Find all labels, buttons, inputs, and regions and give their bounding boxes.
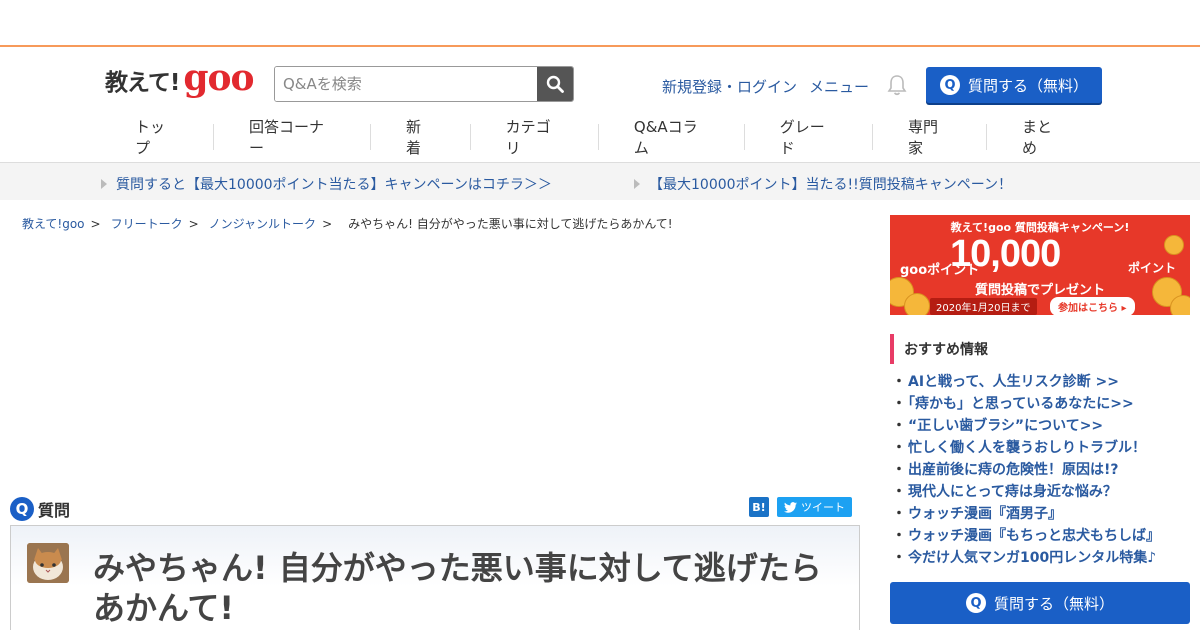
site-logo[interactable]: 教えて! goo — [105, 57, 255, 99]
campaign-bar: 質問すると【最大10000ポイント当たる】キャンペーンはコチラ＞＞ 【最大100… — [0, 163, 1200, 200]
nav-item-grade[interactable]: グレード — [745, 118, 874, 157]
question-section-title: Q 質問 — [10, 497, 70, 521]
bullet: ・ — [892, 550, 906, 566]
campaign-link-label: 質問すると【最大10000ポイント当たる】キャンペーンはコチラ＞＞ — [116, 177, 552, 193]
cat-avatar-image — [27, 543, 69, 583]
list-item[interactable]: ・現代人にとって痔は身近な悩み？ — [892, 482, 1160, 504]
question-card: みやちゃん! 自分がやった悪い事に対して逃げたらあかんて! — [10, 525, 860, 630]
campaign-link-label: 【最大10000ポイント】当たる!!質問投稿キャンペーン！ — [649, 177, 1013, 193]
recommend-link[interactable]: “正しい歯ブラシ”について>> — [908, 418, 1103, 434]
banner-number: 10,000 — [950, 233, 1061, 275]
question-section-label: 質問 — [38, 501, 71, 520]
logo-text: 教えて! — [105, 70, 180, 96]
nav-item-new[interactable]: 新着 — [371, 118, 471, 157]
login-link[interactable]: 新規登録・ログイン — [662, 76, 797, 97]
campaign-banner[interactable]: 教えて!goo 質問投稿キャンペーン! gooポイント 10,000 ポイント … — [890, 215, 1190, 315]
recommend-link[interactable]: ウォッチ漫画『酒男子』 — [908, 506, 1062, 522]
avatar[interactable] — [27, 543, 69, 583]
menu-link[interactable]: メニュー — [809, 76, 869, 97]
main-nav: トップ 回答コーナー 新着 カテゴリ Q&Aコラム グレード 専門家 まとめ — [100, 117, 1100, 157]
coin-image — [1170, 295, 1190, 315]
search-button[interactable] — [537, 67, 573, 101]
banner-subtitle: 質問投稿でプレゼント — [974, 283, 1105, 298]
ask-question-button[interactable]: Q 質問する（無料） — [926, 67, 1102, 103]
q-icon: Q — [939, 75, 960, 95]
q-icon: Q — [10, 497, 34, 521]
search-input[interactable] — [275, 67, 537, 101]
tweet-label: ツイート — [801, 501, 845, 514]
breadcrumb-link[interactable]: フリートーク — [111, 215, 183, 232]
bullet: ・ — [892, 484, 906, 500]
banner-date: 2020年1月20日まで — [930, 298, 1037, 315]
list-item[interactable]: ・「痔かも」と思っているあなたに>> — [892, 394, 1160, 416]
banner-point: ポイント — [1128, 261, 1177, 275]
sidebar-ask-label: 質問する（無料） — [993, 594, 1114, 613]
coin-image — [1164, 235, 1184, 255]
list-item[interactable]: ・出産前後に痔の危険性！原因は!? — [892, 460, 1160, 482]
arrow-right-icon — [101, 179, 107, 189]
bullet: ・ — [892, 462, 906, 478]
hatena-bookmark-button[interactable]: B! — [749, 497, 769, 517]
recommend-link[interactable]: ウォッチ漫画『もちっと忠犬もちしば』 — [908, 528, 1160, 544]
nav-item-matome[interactable]: まとめ — [987, 118, 1100, 157]
bullet: ・ — [892, 396, 906, 412]
breadcrumb-separator: > — [90, 216, 101, 231]
bullet: ・ — [892, 506, 906, 522]
bullet: ・ — [892, 440, 906, 456]
breadcrumb-link[interactable]: 教えて!goo — [22, 215, 85, 232]
search-icon — [546, 75, 564, 93]
list-item[interactable]: ・今だけ人気マンガ100円レンタル特集♪ — [892, 548, 1160, 570]
ask-button-label: 質問する（無料） — [967, 76, 1088, 95]
list-item[interactable]: ・ “正しい歯ブラシ”について>> — [892, 416, 1160, 438]
nav-item-category[interactable]: カテゴリ — [471, 118, 599, 157]
breadcrumb-current: みやちゃん! 自分がやった悪い事に対して逃げたらあかんて! — [348, 217, 673, 231]
banner-join-button[interactable]: 参加はこちら ▸ — [1050, 297, 1135, 315]
breadcrumb-link[interactable]: ノンジャンルトーク — [209, 215, 316, 232]
recommend-list: ・ AIと戦って、人生リスク診断 >> ・「痔かも」と思っているあなたに>> ・ “… — [892, 372, 1160, 570]
recommend-link[interactable]: 今だけ人気マンガ100円レンタル特集♪ — [908, 550, 1156, 566]
list-item[interactable]: ・忙しく働く人を襲うおしりトラブル！ — [892, 438, 1160, 460]
list-item[interactable]: ・ウォッチ漫画『酒男子』 — [892, 504, 1160, 526]
nav-item-answer-corner[interactable]: 回答コーナー — [214, 118, 371, 157]
recommend-link[interactable]: 「痔かも」と思っているあなたに>> — [908, 396, 1134, 412]
list-item[interactable]: ・ウォッチ漫画『もちっと忠犬もちしば』 — [892, 526, 1160, 548]
breadcrumb-separator: > — [188, 216, 199, 231]
recommend-link[interactable]: AIと戦って、人生リスク診断 >> — [908, 374, 1119, 390]
search-box — [274, 66, 574, 102]
recommend-link[interactable]: 忙しく働く人を襲うおしりトラブル！ — [908, 440, 1146, 456]
site-header: 教えて! goo 新規登録・ログイン メニュー Q 質問する（無料） — [0, 49, 1200, 117]
recommend-link[interactable]: 出産前後に痔の危険性！原因は!? — [908, 462, 1119, 478]
breadcrumb-separator: > — [322, 216, 333, 231]
bullet: ・ — [892, 418, 906, 434]
bullet: ・ — [892, 374, 906, 390]
campaign-link[interactable]: 【最大10000ポイント】当たる!!質問投稿キャンペーン！ — [634, 174, 1012, 194]
twitter-icon — [784, 501, 797, 513]
campaign-link[interactable]: 質問すると【最大10000ポイント当たる】キャンペーンはコチラ＞＞ — [101, 174, 552, 194]
tweet-button[interactable]: ツイート — [777, 497, 852, 517]
nav-item-top[interactable]: トップ — [100, 118, 214, 157]
arrow-right-icon — [634, 179, 640, 189]
recommend-link[interactable]: 現代人にとって痔は身近な悩み？ — [908, 484, 1117, 500]
question-title: みやちゃん! 自分がやった悪い事に対して逃げたらあかんて! — [93, 549, 822, 627]
top-ad-strip — [0, 0, 1200, 47]
breadcrumb: 教えて!goo > フリートーク > ノンジャンルトーク > みやちゃん! 自分… — [22, 215, 673, 232]
bullet: ・ — [892, 528, 906, 544]
sidebar-ask-button[interactable]: Q 質問する（無料） — [890, 582, 1190, 624]
bell-icon[interactable] — [887, 74, 907, 96]
recommend-heading: おすすめ情報 — [890, 334, 988, 364]
logo-brand: goo — [183, 57, 254, 99]
list-item[interactable]: ・ AIと戦って、人生リスク診断 >> — [892, 372, 1160, 394]
nav-item-expert[interactable]: 専門家 — [873, 118, 987, 157]
q-icon: Q — [965, 593, 986, 613]
nav-item-qa-column[interactable]: Q&Aコラム — [599, 118, 745, 157]
